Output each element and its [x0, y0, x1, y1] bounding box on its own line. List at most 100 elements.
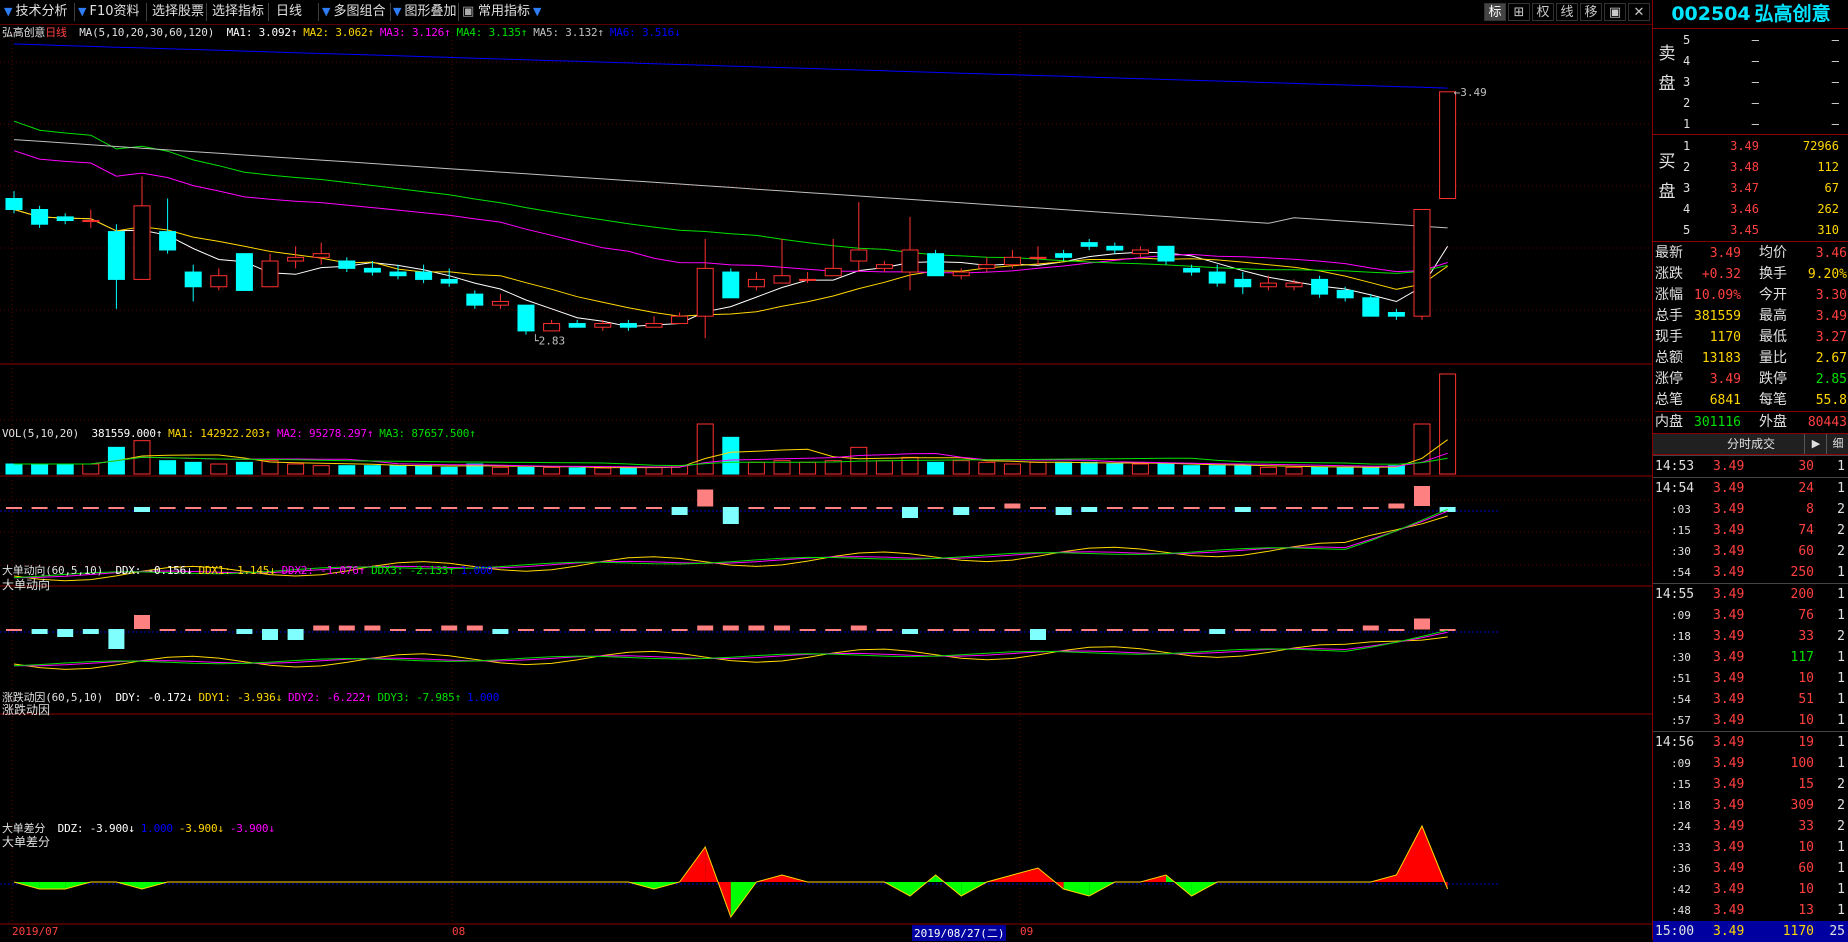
ddy-bar	[338, 625, 355, 631]
trade-row[interactable]: :15 3.49 15 2	[1653, 774, 1848, 795]
trade-count: 1	[1837, 671, 1845, 686]
common-indicator-button[interactable]: 常用指标 ▼	[478, 3, 544, 21]
candle-body	[1387, 312, 1405, 317]
sell-row[interactable]: 5 – –	[1653, 30, 1848, 51]
overlay-button[interactable]: ▼ 图形叠加	[393, 3, 456, 21]
volume-bar	[824, 460, 842, 475]
sell-row[interactable]: 1 – –	[1653, 114, 1848, 135]
trade-row[interactable]: :54 3.49 250 1	[1653, 562, 1848, 583]
stat-key: 均价	[1759, 245, 1787, 261]
trade-row[interactable]: 14:56 3.49 19 1	[1653, 731, 1848, 753]
rights-icon-button[interactable]: 权	[1532, 3, 1554, 21]
line-icon-button[interactable]: 线	[1556, 3, 1578, 21]
stock-label: 弘高创意	[2, 26, 46, 39]
select-stock-button[interactable]: 选择股票	[152, 3, 204, 21]
trade-row[interactable]: :09 3.49 100 1	[1653, 753, 1848, 774]
ddz_panel-value-0: DDZ: -3.900↓	[57, 822, 135, 835]
trade-row[interactable]: 14:53 3.49 30 1	[1653, 455, 1848, 477]
candle-body	[1080, 242, 1098, 247]
grid-icon-button[interactable]: ⊞	[1508, 3, 1530, 21]
trade-row[interactable]: :51 3.49 10 1	[1653, 668, 1848, 689]
ddx-bar	[159, 507, 176, 509]
trade-row[interactable]: :18 3.49 33 2	[1653, 626, 1848, 647]
ddy-bar	[774, 625, 790, 631]
f10-info-button[interactable]: ▼ F10资料	[78, 3, 140, 21]
ddy-bar	[594, 629, 611, 631]
ddy-bar	[185, 629, 202, 631]
volume-bar	[210, 463, 228, 475]
tech-analysis-button[interactable]: ▼ 技术分析	[4, 3, 67, 21]
trade-price: 3.49	[1713, 650, 1745, 665]
ddy-bar	[492, 629, 509, 634]
sell-volume: –	[1831, 33, 1839, 47]
trade-row[interactable]: 15:00 3.49 1170 25	[1653, 921, 1848, 942]
trades-title: 分时成交	[1726, 437, 1775, 451]
buy-volume: 67	[1824, 181, 1839, 195]
trade-count: 2	[1837, 523, 1845, 538]
trade-row[interactable]: 14:54 3.49 24 1	[1653, 477, 1848, 499]
volume-bar	[594, 467, 612, 475]
trade-row[interactable]: :42 3.49 10 1	[1653, 879, 1848, 900]
trade-row[interactable]: :30 3.49 117 1	[1653, 647, 1848, 668]
buy-volume: 262	[1817, 202, 1839, 216]
volume-bar	[696, 423, 714, 475]
stat-value: 3.49	[1709, 246, 1741, 261]
trade-row[interactable]: :24 3.49 33 2	[1653, 816, 1848, 837]
trade-row[interactable]: :03 3.49 8 2	[1653, 499, 1848, 520]
window-icon-button[interactable]: ▣	[1604, 3, 1626, 21]
volume-bar	[82, 463, 100, 475]
trade-row[interactable]: :15 3.49 74 2	[1653, 520, 1848, 541]
trade-row[interactable]: :48 3.49 13 1	[1653, 900, 1848, 921]
buy-level: 4	[1683, 202, 1691, 216]
volume-bar	[1080, 461, 1098, 475]
trade-price: 3.49	[1713, 587, 1745, 602]
trade-volume: 19	[1798, 735, 1814, 750]
detail-button[interactable]: 细	[1826, 434, 1848, 454]
ddy_panel-value-1: DDY1: -3.936↓	[198, 691, 283, 704]
multi-chart-button[interactable]: ▼ 多图组合	[322, 3, 385, 21]
trade-row[interactable]: :54 3.49 51 1	[1653, 689, 1848, 710]
select-indicator-button[interactable]: 选择指标	[212, 3, 264, 21]
kline-chart-area[interactable]: ←3.49 └2.83	[0, 24, 1652, 940]
candle-body	[491, 300, 509, 306]
trade-price: 3.49	[1713, 608, 1745, 623]
buy-row[interactable]: 1 3.49 72966	[1653, 136, 1848, 157]
trade-row[interactable]: 14:55 3.49 200 1	[1653, 583, 1848, 605]
period-button[interactable]: 日线	[276, 3, 302, 21]
ddy-bar	[671, 629, 688, 631]
trade-time: :09	[1671, 609, 1691, 622]
trade-row[interactable]: :33 3.49 10 1	[1653, 837, 1848, 858]
close-icon-button[interactable]: ✕	[1628, 3, 1650, 21]
trade-price: 3.49	[1713, 692, 1745, 707]
sell-row[interactable]: 4 – –	[1653, 51, 1848, 72]
lock-button[interactable]: ▣	[462, 3, 474, 21]
trade-row[interactable]: :57 3.49 10 1	[1653, 710, 1848, 731]
candle-body	[1234, 278, 1252, 288]
ddx-bar	[1337, 507, 1354, 509]
ddx-bar	[466, 507, 483, 509]
trade-row[interactable]: :18 3.49 309 2	[1653, 795, 1848, 816]
mark-icon-button[interactable]: 标	[1484, 3, 1506, 21]
ma-line-3	[13, 150, 1448, 274]
sell-row[interactable]: 3 – –	[1653, 72, 1848, 93]
candle-body	[1413, 209, 1431, 317]
buy-row[interactable]: 5 3.45 310	[1653, 220, 1848, 241]
ddz-values: DDZ: -3.900↓ 1.000 -3.900↓ -3.900↓	[58, 822, 281, 835]
quote-panel: 002504 弘高创意 卖盘 5– –4– –3– –2– –1– – 买盘 1 3.49 72…	[1652, 0, 1848, 942]
buy-row[interactable]: 4 3.46 262	[1653, 199, 1848, 220]
trade-row[interactable]: :36 3.49 60 1	[1653, 858, 1848, 879]
play-icon-button[interactable]: ▶	[1804, 434, 1827, 454]
candle-body	[543, 323, 561, 332]
trade-time: :24	[1671, 820, 1691, 833]
ddy-bar	[210, 629, 227, 631]
buy-row[interactable]: 3 3.47 67	[1653, 178, 1848, 199]
volume-bar	[1131, 463, 1149, 475]
ddy-bar	[1260, 629, 1277, 631]
trade-row[interactable]: :30 3.49 60 2	[1653, 541, 1848, 562]
trade-volume: 200	[1790, 587, 1814, 602]
trade-row[interactable]: :09 3.49 76 1	[1653, 605, 1848, 626]
buy-row[interactable]: 2 3.48 112	[1653, 157, 1848, 178]
sell-row[interactable]: 2 – –	[1653, 93, 1848, 114]
buy-level: 5	[1683, 223, 1691, 237]
move-icon-button[interactable]: 移	[1580, 3, 1602, 21]
